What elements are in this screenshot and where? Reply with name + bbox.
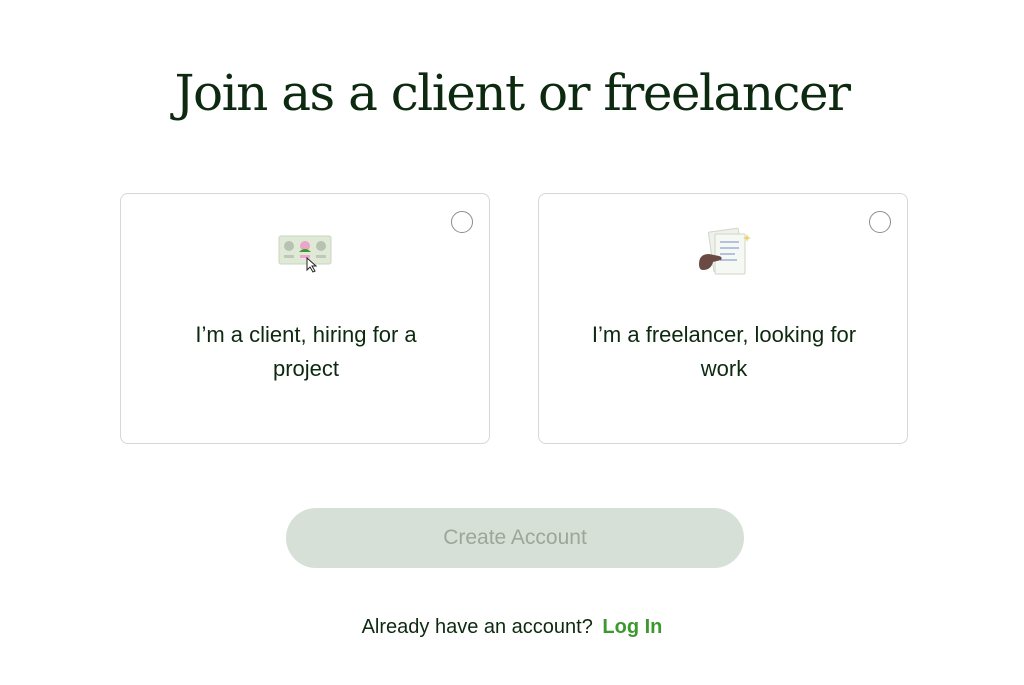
page-title: Join as a client or freelancer xyxy=(174,64,851,122)
client-option-radio[interactable] xyxy=(451,211,473,233)
login-prompt-text: Already have an account? xyxy=(361,616,593,638)
create-account-button[interactable]: Create Account xyxy=(286,508,744,568)
client-option-label: I’m a client, hiring for a project xyxy=(195,322,417,381)
freelancer-option-label: I’m a freelancer, looking for work xyxy=(591,322,857,381)
freelancer-option-radio[interactable] xyxy=(869,211,891,233)
login-prompt-row: Already have an account? Log In xyxy=(0,616,1024,639)
client-hiring-icon xyxy=(278,235,332,273)
client-option-card[interactable]: I’m a client, hiring for a project xyxy=(120,193,490,444)
freelancer-document-icon xyxy=(699,227,751,275)
freelancer-option-card[interactable]: I’m a freelancer, looking for work xyxy=(538,193,908,444)
login-link[interactable]: Log In xyxy=(602,616,662,638)
